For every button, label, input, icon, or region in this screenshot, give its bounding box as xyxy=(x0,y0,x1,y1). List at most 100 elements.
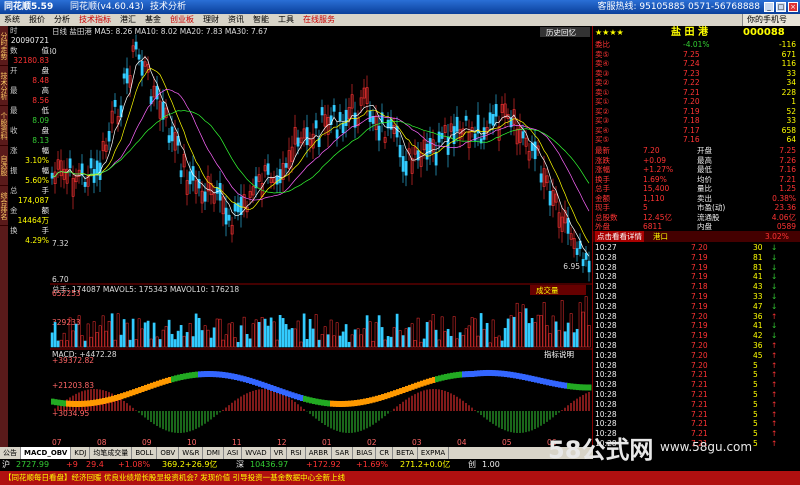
volume-bar xyxy=(539,315,543,348)
ticker-item: 271.2+0.0亿 xyxy=(400,460,451,469)
tab-macd_obv[interactable]: MACD_OBV xyxy=(21,447,72,459)
stat-row: 总手 15,400 量比 1.25 xyxy=(593,184,800,194)
tick-time: 10:28 xyxy=(595,292,617,301)
index-ticker: 沪 2727.99 +9 29.4 +1.08% 369.2+26.9亿 深 10436.97… xyxy=(0,459,800,471)
candle xyxy=(134,41,138,50)
price-tick: 7.32 xyxy=(52,239,69,248)
menu-item-7[interactable]: 理财 xyxy=(203,15,219,24)
tab-obv[interactable]: OBV xyxy=(157,447,180,459)
macd-band xyxy=(564,382,568,389)
tick-price: 7.19 xyxy=(691,331,708,341)
left-nav-item-3[interactable]: 自选股 xyxy=(0,146,8,186)
tab-sar[interactable]: SAR xyxy=(332,447,354,459)
candle xyxy=(92,169,96,183)
menu-item-9[interactable]: 智能 xyxy=(253,15,269,24)
x-tick-label: 04 xyxy=(457,438,467,446)
ticker-item: +172.92 xyxy=(306,460,341,469)
volume-bar xyxy=(287,329,291,348)
order-volume: 228 xyxy=(781,87,796,97)
x-tick-label: 07 xyxy=(52,438,62,446)
left-nav-item-0[interactable]: 分时走势 xyxy=(0,26,8,66)
stat-label2: 最高 xyxy=(697,155,712,165)
tab-expma[interactable]: EXPMA xyxy=(418,447,450,459)
menu-item-5[interactable]: 基金 xyxy=(145,15,161,24)
tab-rsi[interactable]: RSI xyxy=(287,447,306,459)
side-stat-row: 8.56 xyxy=(8,96,50,106)
maximize-button[interactable]: □ xyxy=(776,2,786,12)
order-label: 买⑤ xyxy=(595,135,610,144)
macd-band xyxy=(258,380,262,387)
tick-row: 10:28 7.19 41 ↓ xyxy=(593,272,800,282)
volume-bar xyxy=(359,334,363,348)
menu-item-8[interactable]: 资讯 xyxy=(228,15,244,24)
news-bar[interactable]: 【同花顺每日看盘】经济回暖 优良业绩增长股显投资机会? 发现价值 引导投资一基金… xyxy=(0,471,800,485)
volume-bar xyxy=(119,334,123,348)
tab-公告[interactable]: 公告 xyxy=(0,447,21,459)
volume-bar xyxy=(476,335,480,348)
tab-wvad[interactable]: WVAD xyxy=(242,447,271,459)
side-stat-label: 最 xyxy=(10,86,18,95)
volume-bar xyxy=(248,338,252,348)
macd-band xyxy=(252,378,256,385)
side-stat-row: 14464万 xyxy=(8,216,50,226)
tab-asi[interactable]: ASI xyxy=(224,447,243,459)
order-label: 买② xyxy=(595,106,610,116)
tab-均笔成交量[interactable]: 均笔成交量 xyxy=(90,447,133,459)
macd-band xyxy=(381,394,385,401)
stat-value: +1.27% xyxy=(643,165,674,174)
minimize-button[interactable]: _ xyxy=(764,2,774,12)
menu-item-2[interactable]: 分析 xyxy=(54,15,70,24)
left-nav-item-1[interactable]: 技术分析 xyxy=(0,66,8,106)
tick-price: 7.19 xyxy=(691,262,708,272)
tab-cr[interactable]: CR xyxy=(376,447,394,459)
menu-item-11[interactable]: 在线服务 xyxy=(303,15,335,24)
menu-item-3[interactable]: 技术指标 xyxy=(79,15,111,24)
tab-beta[interactable]: BETA xyxy=(393,447,418,459)
menu-item-0[interactable]: 系统 xyxy=(4,15,20,24)
menu-right-box[interactable]: 你的手机号 xyxy=(742,14,800,26)
volume-bar xyxy=(446,328,450,348)
macd-band xyxy=(99,398,103,405)
tab-dmi[interactable]: DMI xyxy=(203,447,224,459)
industry-change: 3.02% xyxy=(765,232,789,241)
side-stat-label: 最 xyxy=(10,106,18,115)
menu-item-6[interactable]: 创业板 xyxy=(170,15,194,24)
candle xyxy=(530,142,534,151)
news-text[interactable]: 【同花顺每日看盘】经济回暖 优良业绩增长股显投资机会? 发现价值 引导投资一基金… xyxy=(4,471,345,485)
chart-svg[interactable]: 日线 盐田港 MA5: 8.26 MA10: 8.02 MA20: 7.83 M… xyxy=(40,26,593,447)
macd-band xyxy=(426,378,430,385)
side-stat-label: 数 xyxy=(10,46,18,55)
menu-item-1[interactable]: 报价 xyxy=(29,15,45,24)
ticks-header: 点击看看详情 港口 3.02% xyxy=(593,231,800,242)
side-stat-row: 金额 xyxy=(8,206,50,216)
volume-bar xyxy=(497,335,501,348)
tick-row: 10:28 7.19 47 ↓ xyxy=(593,302,800,312)
tab-kdj[interactable]: KDJ xyxy=(71,447,91,459)
left-nav-item-2[interactable]: 个股资料 xyxy=(0,106,8,146)
volume-bar xyxy=(110,313,114,348)
kline-chart[interactable]: 日线 盐田港 MA5: 8.26 MA10: 8.02 MA20: 7.83 M… xyxy=(40,26,593,447)
volume-bar xyxy=(311,328,315,348)
volume-bar xyxy=(530,318,534,348)
tab-arbr[interactable]: ARBR xyxy=(306,447,333,459)
volume-bar xyxy=(356,328,360,348)
close-button[interactable]: × xyxy=(788,2,798,12)
menu-item-4[interactable]: 港汇 xyxy=(120,15,136,24)
hotline-label: 客服热线: 95105885 0571-56768888 xyxy=(597,2,760,12)
side-stat-value: 3.10% xyxy=(25,156,49,165)
tab-bias[interactable]: BIAS xyxy=(353,447,377,459)
macd-band xyxy=(357,399,361,406)
volume-bar xyxy=(335,322,339,348)
volume-bar xyxy=(524,308,528,348)
tab-boll[interactable]: BOLL xyxy=(132,447,158,459)
macd-band xyxy=(174,375,178,382)
left-nav-item-4[interactable]: 综合排名 xyxy=(0,186,8,226)
details-button[interactable]: 点击看看详情 xyxy=(595,231,644,242)
phone-link[interactable]: 你的手机号 xyxy=(747,15,787,24)
tab-w&r[interactable]: W&R xyxy=(179,447,204,459)
volume-bar xyxy=(161,329,165,348)
tick-row: 10:28 7.21 5 ↑ xyxy=(593,380,800,390)
macd-band xyxy=(375,395,379,402)
tab-vr[interactable]: VR xyxy=(271,447,288,459)
menu-item-10[interactable]: 工具 xyxy=(278,15,294,24)
